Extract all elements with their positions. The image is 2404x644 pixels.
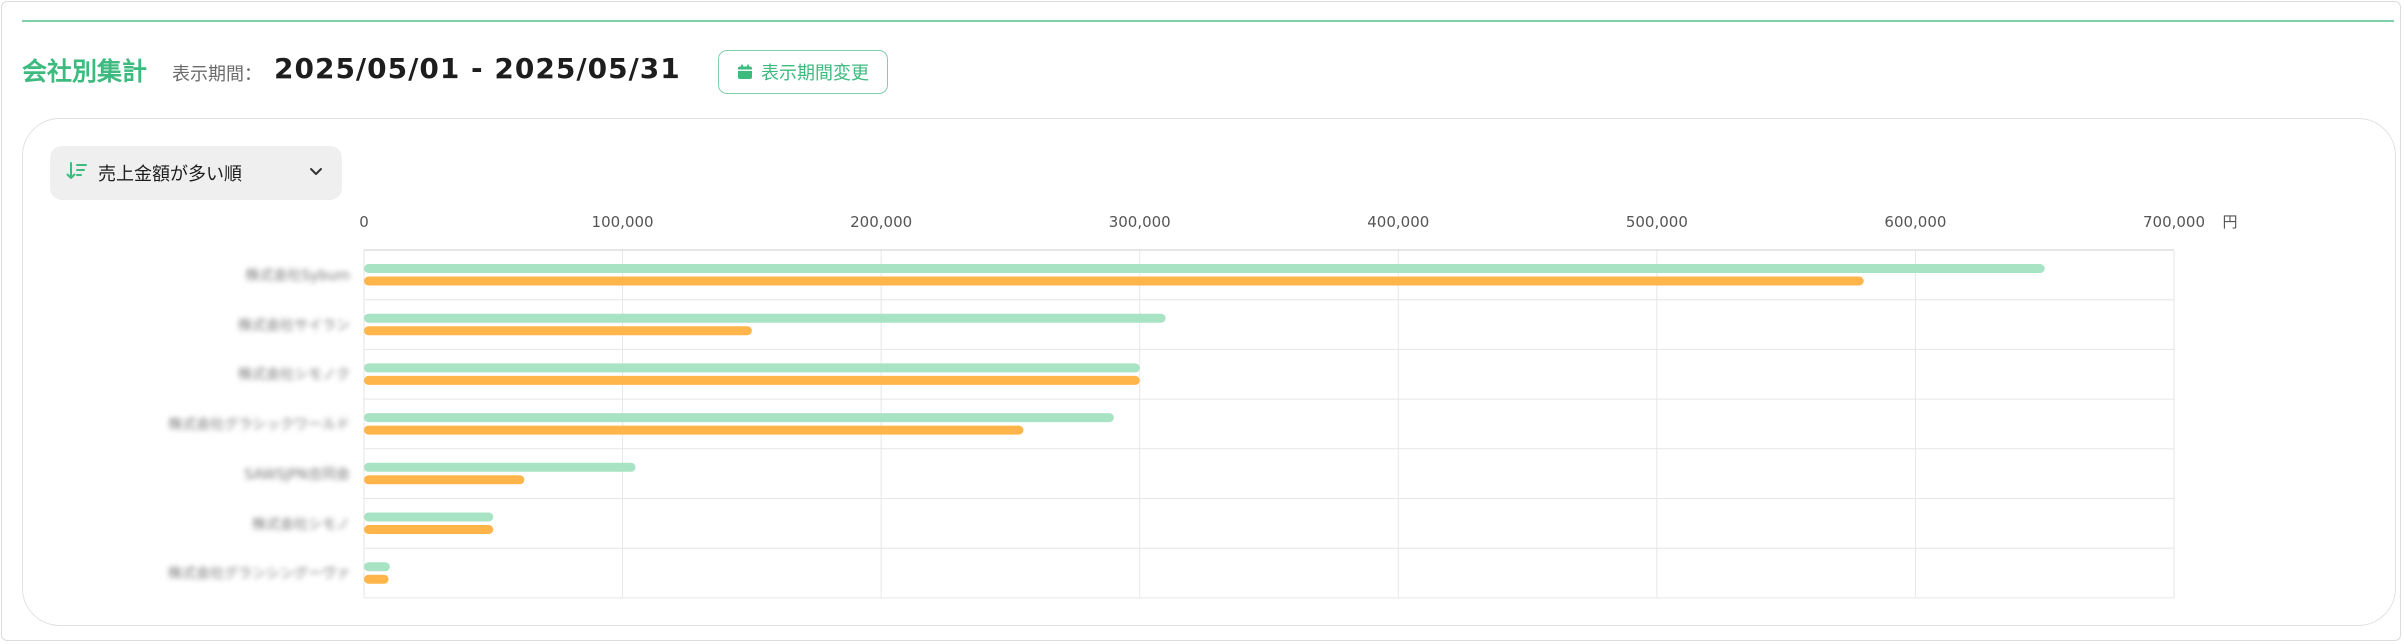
x-tick-label: 100,000 bbox=[592, 213, 654, 231]
y-category-label: SAWSJPN合同会 bbox=[244, 466, 350, 483]
bar-series-1 bbox=[364, 313, 1166, 323]
x-tick-label: 0 bbox=[359, 213, 369, 231]
bar-series-2 bbox=[364, 574, 389, 584]
x-tick-label: 600,000 bbox=[1884, 213, 1946, 231]
bar-series-1 bbox=[364, 363, 1140, 373]
bar-series-2 bbox=[364, 425, 1024, 435]
company-sales-bar-chart: 0 100,000 200,000 300,000 400,000 500,000 600,… bbox=[359, 213, 2238, 599]
bar-series-2 bbox=[364, 525, 494, 534]
bar-series-1 bbox=[364, 413, 1114, 423]
x-tick-label: 400,000 bbox=[1367, 213, 1429, 231]
bar-series-1 bbox=[364, 264, 2045, 273]
bar-series-1 bbox=[364, 562, 390, 572]
bar-series-1 bbox=[364, 462, 636, 472]
y-category-label: 株式会社Sybum bbox=[245, 268, 350, 284]
bar-series-2 bbox=[364, 475, 525, 485]
x-tick-label: 200,000 bbox=[850, 213, 912, 231]
y-category-label: 株式会社グランシングーヴァ bbox=[168, 566, 350, 583]
x-tick-label: 700,000 bbox=[2143, 213, 2205, 231]
y-category-label: 株式会社シモノ bbox=[252, 516, 350, 533]
x-unit-label: 円 bbox=[2222, 213, 2237, 231]
y-category-label: 株式会社シモノク bbox=[238, 367, 350, 384]
bar-series-2 bbox=[364, 326, 752, 336]
x-tick-label: 500,000 bbox=[1626, 213, 1688, 231]
y-category-label: 株式会社サイラン bbox=[238, 317, 350, 334]
bar-series-2 bbox=[364, 276, 1864, 286]
x-tick-label: 300,000 bbox=[1109, 213, 1171, 231]
bar-series-1 bbox=[364, 512, 494, 522]
bar-series-2 bbox=[364, 375, 1140, 385]
y-category-label: 株式会社グラシックワールド bbox=[168, 417, 350, 434]
